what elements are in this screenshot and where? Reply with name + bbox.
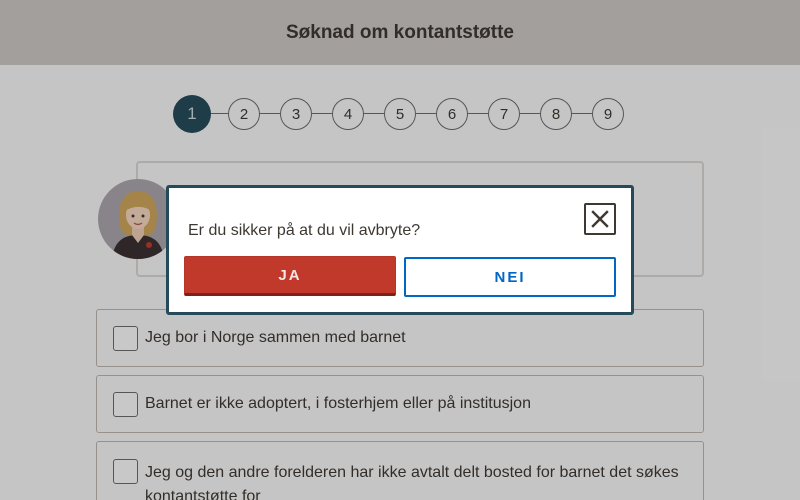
close-button[interactable] <box>584 203 616 235</box>
no-button[interactable]: NEI <box>404 257 616 297</box>
cancel-confirm-dialog: Er du sikker på at du vil avbryte? JA NE… <box>166 185 634 315</box>
close-icon <box>591 210 609 228</box>
yes-button[interactable]: JA <box>184 256 396 296</box>
dialog-question: Er du sikker på at du vil avbryte? <box>188 222 421 239</box>
